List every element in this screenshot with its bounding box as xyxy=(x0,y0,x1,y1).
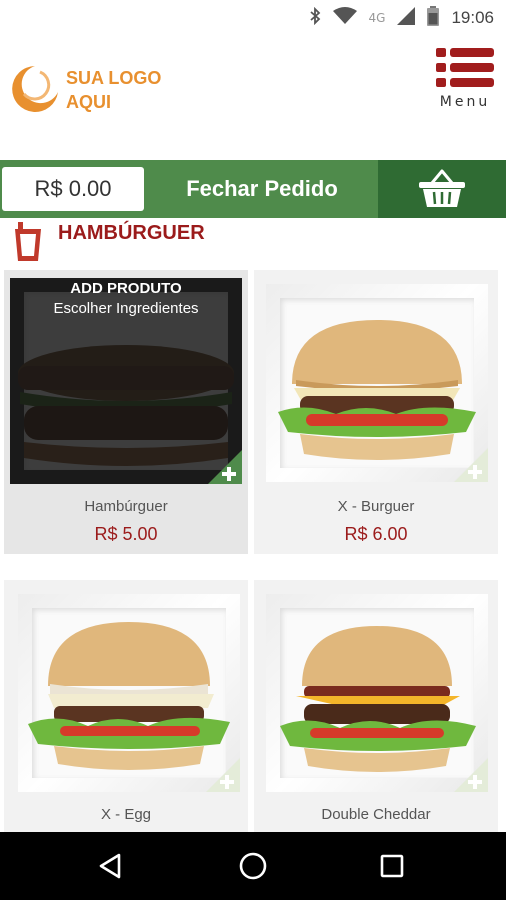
logo[interactable]: SUA LOGO AQUI xyxy=(8,62,178,122)
add-corner-icon[interactable] xyxy=(454,758,488,792)
menu-label: Menu xyxy=(439,94,491,110)
recents-button[interactable] xyxy=(342,832,442,900)
basket-button[interactable] xyxy=(378,160,506,218)
product-image xyxy=(18,594,240,792)
menu-button[interactable]: Menu xyxy=(434,46,496,110)
logo-swirl-icon xyxy=(12,66,58,112)
wifi-icon xyxy=(332,6,357,30)
choose-ingredients-label: Escolher Ingredientes xyxy=(53,300,199,317)
product-card-hamburguer[interactable]: ADD PRODUTO Escolher Ingredientes Hambúr… xyxy=(4,270,248,554)
logo-line-1: SUA LOGO xyxy=(66,68,162,88)
product-name: Hambúrguer xyxy=(84,498,168,515)
product-card-x-egg[interactable]: X - Egg xyxy=(4,580,248,832)
system-nav-bar xyxy=(0,832,506,900)
back-icon xyxy=(99,853,121,879)
network-type: 4G xyxy=(368,11,386,25)
product-image xyxy=(266,284,488,482)
product-price: R$ 5.00 xyxy=(94,524,158,544)
product-name: X - Egg xyxy=(100,806,152,823)
battery-icon xyxy=(427,5,440,31)
logo-line-2: AQUI xyxy=(66,92,111,112)
home-icon xyxy=(239,852,267,880)
app-header: SUA LOGO AQUI Menu xyxy=(0,36,506,160)
order-total: R$ 0.00 xyxy=(2,167,144,211)
product-name: X - Burguer xyxy=(337,498,415,515)
basket-icon xyxy=(419,169,465,207)
signal-icon xyxy=(397,6,416,30)
bluetooth-icon xyxy=(309,6,321,30)
product-card-x-burguer[interactable]: X - Burguer R$ 6.00 xyxy=(254,270,498,554)
status-bar: 4G 19:06 xyxy=(0,0,506,36)
product-price: R$ 6.00 xyxy=(344,524,408,544)
logo-text: SUA LOGO AQUI xyxy=(66,66,161,114)
close-order-button[interactable]: Fechar Pedido xyxy=(148,160,376,218)
cup-icon xyxy=(14,222,42,267)
product-name: Double Cheddar xyxy=(321,806,431,823)
product-card-double-cheddar[interactable]: Double Cheddar xyxy=(254,580,498,832)
add-corner-icon[interactable] xyxy=(206,758,240,792)
add-product-title: ADD PRODUTO xyxy=(70,280,182,297)
menu-list-icon xyxy=(436,48,494,87)
clock: 19:06 xyxy=(451,8,494,27)
add-corner-icon[interactable] xyxy=(208,450,242,484)
home-button[interactable] xyxy=(203,832,303,900)
back-button[interactable] xyxy=(60,832,160,900)
app-screen: 4G 19:06 SUA LOGO AQUI Menu R$ 0.00 Fech… xyxy=(0,0,506,900)
product-image xyxy=(266,594,488,792)
order-bar: R$ 0.00 Fechar Pedido xyxy=(0,160,506,218)
category-header: HAMBÚRGUER xyxy=(0,218,506,268)
add-corner-icon[interactable] xyxy=(454,448,488,482)
recents-icon xyxy=(380,854,404,878)
category-title: HAMBÚRGUER xyxy=(58,222,205,244)
product-image: ADD PRODUTO Escolher Ingredientes xyxy=(10,278,242,484)
